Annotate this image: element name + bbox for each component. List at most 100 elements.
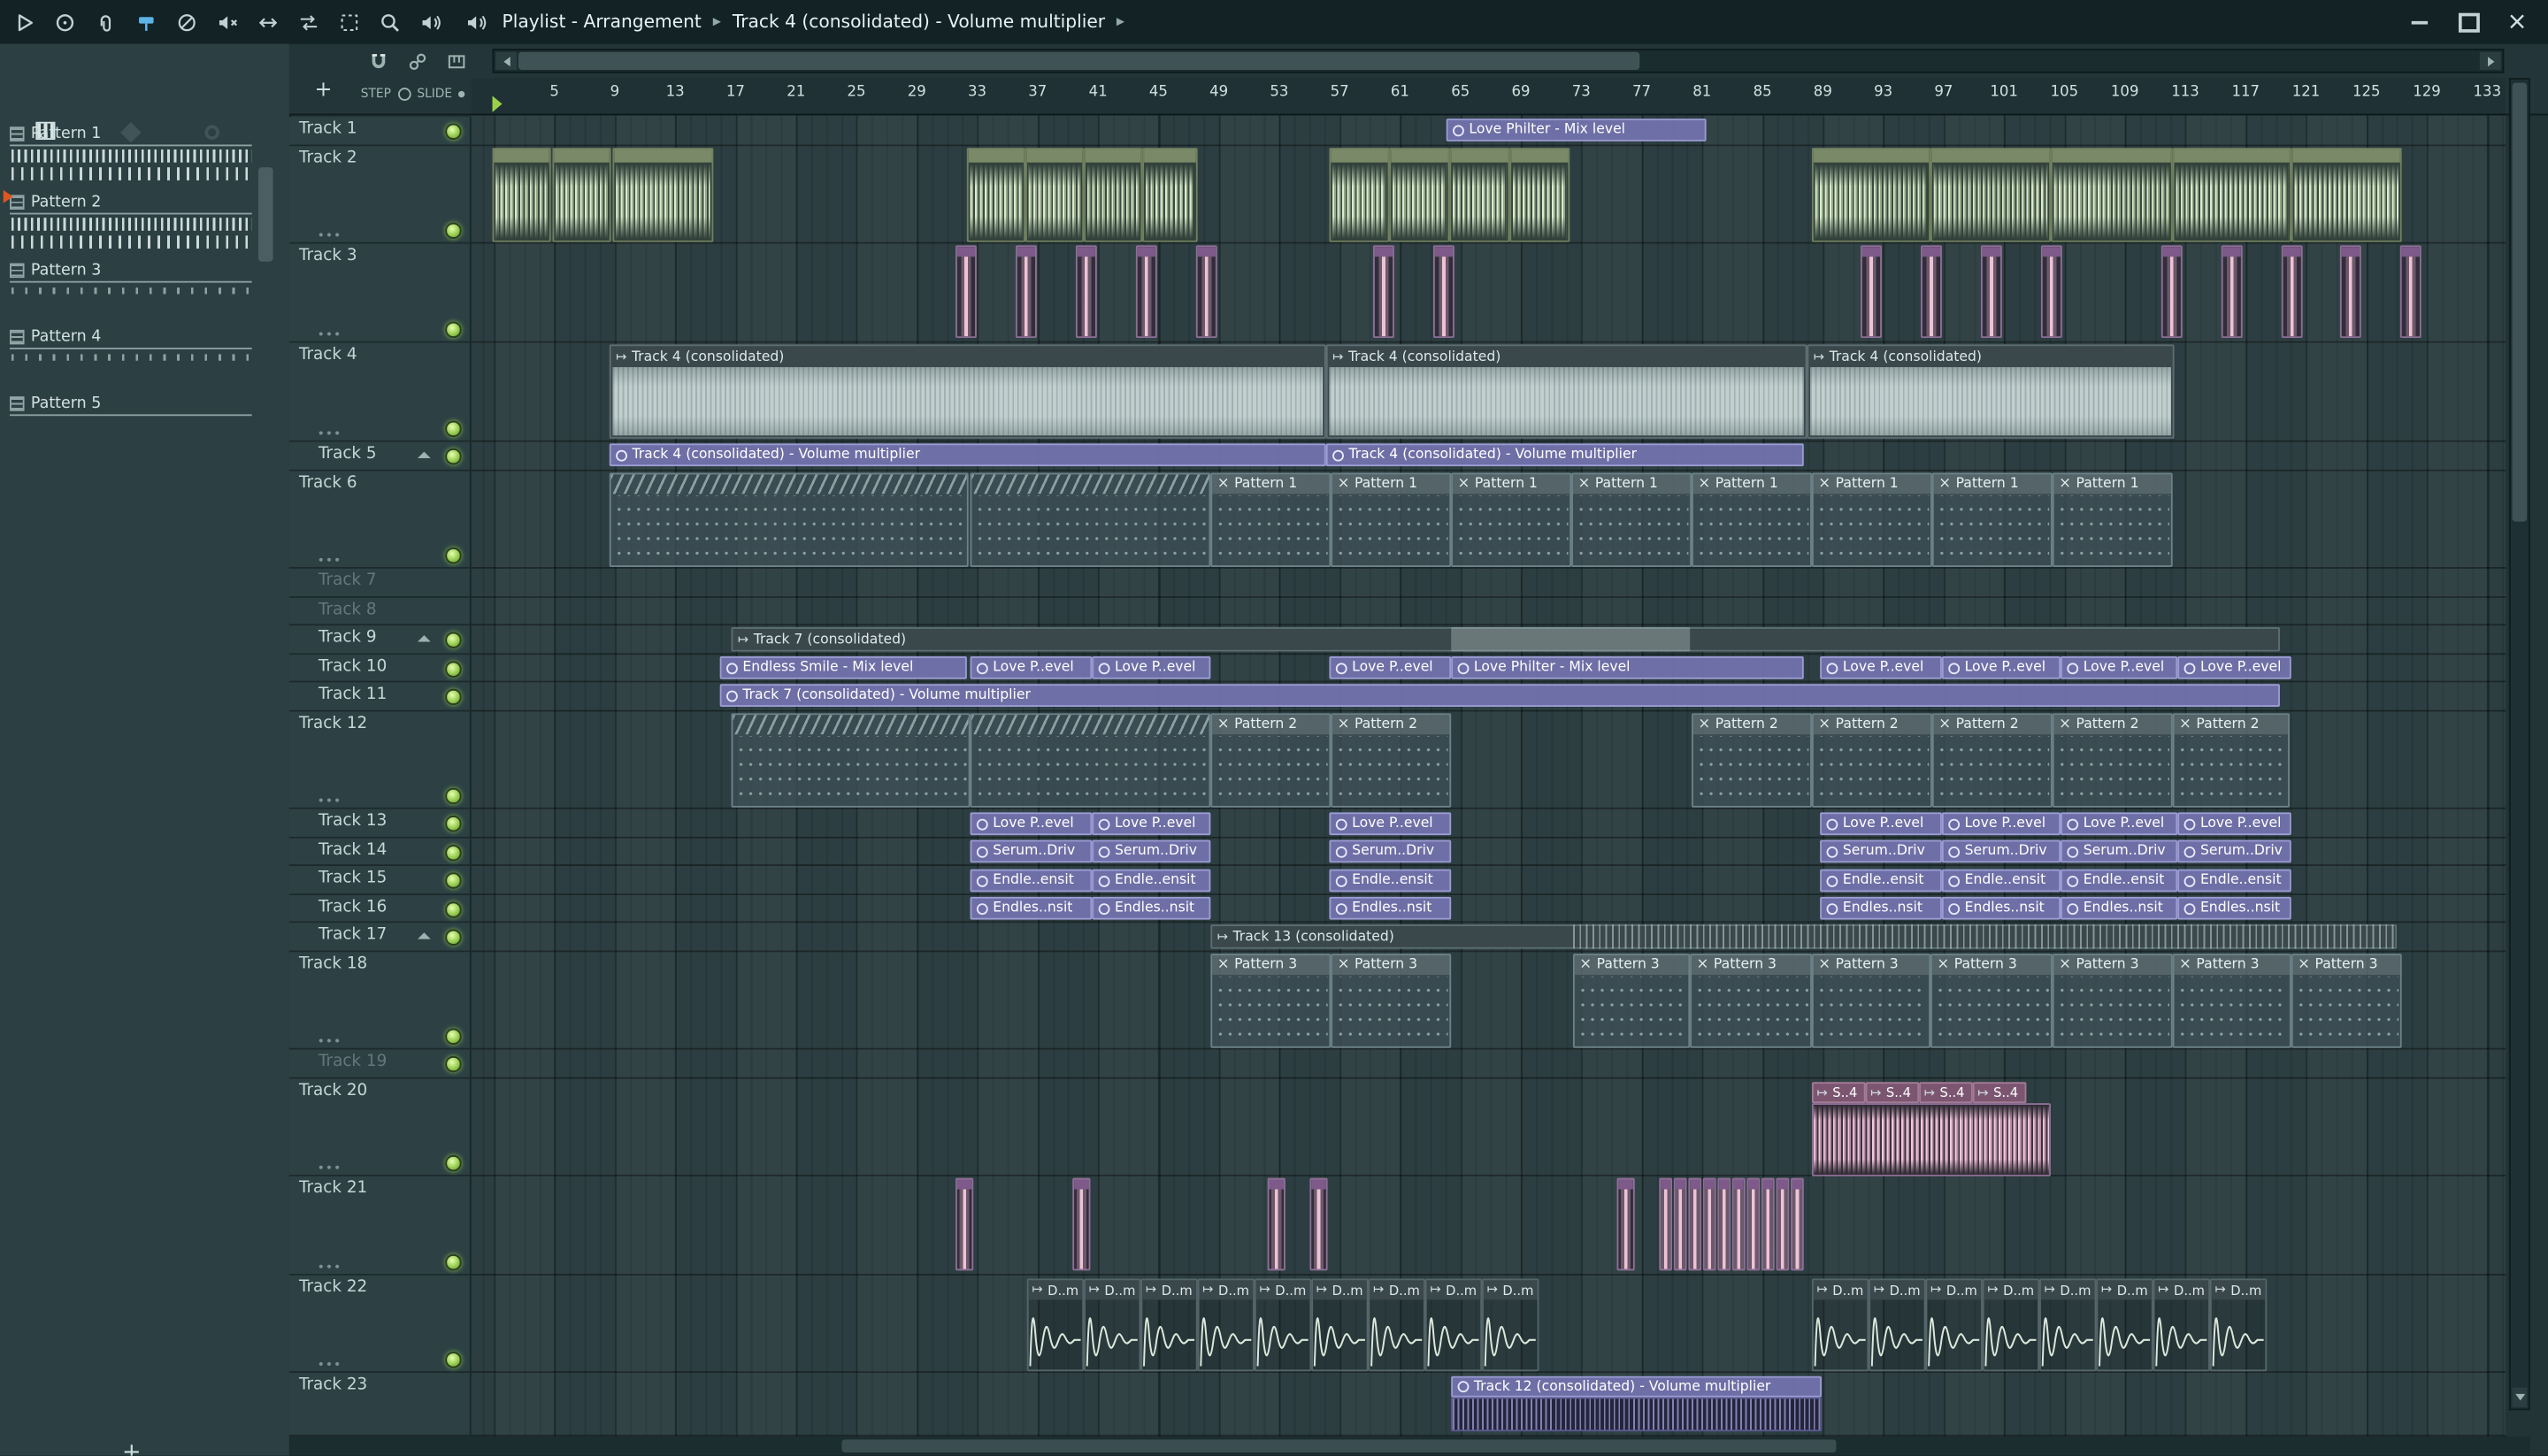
track-resize-grip[interactable] xyxy=(317,1164,343,1170)
clip-audio[interactable] xyxy=(966,148,1025,242)
track-header[interactable]: Track 10 xyxy=(288,655,472,683)
clip-pat[interactable]: × Pattern 3 xyxy=(1331,954,1452,1048)
track-mute-led[interactable] xyxy=(445,1055,462,1073)
track-mute-led[interactable] xyxy=(445,1253,462,1271)
clip-audio[interactable] xyxy=(1811,148,1931,242)
clip-auto[interactable]: Love P..evel xyxy=(1329,656,1452,679)
clip-hit[interactable] xyxy=(1195,245,1217,339)
clip-hit[interactable] xyxy=(1761,1177,1775,1271)
clip-hit[interactable] xyxy=(956,1177,974,1271)
track-header[interactable]: Track 21 xyxy=(288,1176,472,1276)
clip-hit[interactable] xyxy=(1980,245,2002,339)
clip-pat[interactable]: × Pattern 2 xyxy=(1210,713,1332,808)
track-lane[interactable] xyxy=(471,1176,2506,1276)
clip-s4[interactable]: ↦ S..4 xyxy=(1919,1082,1973,1104)
track-lane[interactable] xyxy=(471,569,2506,598)
track-mute-led[interactable] xyxy=(445,420,462,438)
track-resize-grip[interactable] xyxy=(317,797,343,803)
clip-cons[interactable]: ↦ Track 4 (consolidated) xyxy=(1807,344,2175,439)
clip-pat[interactable]: × Pattern 1 xyxy=(1692,472,1812,568)
pattern-item[interactable]: Pattern 5 xyxy=(10,393,101,414)
track-resize-grip[interactable] xyxy=(317,1263,343,1269)
pattern-mute-icon[interactable]: × xyxy=(1938,717,1951,732)
pattern-mute-icon[interactable]: × xyxy=(1458,476,1470,492)
clip-patchev[interactable] xyxy=(970,713,1211,808)
clip-auto[interactable]: Endles..nsit xyxy=(1941,896,2061,920)
pattern-item[interactable]: Pattern 1 xyxy=(10,124,101,145)
clip-audio[interactable] xyxy=(2050,148,2173,242)
clip-auto[interactable]: Love P..evel xyxy=(1941,656,2061,679)
playhead-marker[interactable] xyxy=(492,96,503,112)
clip-auto[interactable]: Love P..evel xyxy=(1329,812,1452,836)
clip-auto[interactable]: Love P..evel xyxy=(1820,656,1942,679)
track-header[interactable]: Track 9 xyxy=(288,625,472,655)
clip-auto[interactable]: Love P..evel xyxy=(970,812,1093,836)
track-mute-led[interactable] xyxy=(445,816,462,832)
breadcrumb-selection[interactable]: Track 4 (consolidated) - Volume multipli… xyxy=(733,11,1105,33)
track-header[interactable]: Track 20 xyxy=(288,1078,472,1176)
swap-icon[interactable] xyxy=(294,9,323,34)
clip-patchev[interactable] xyxy=(731,713,971,808)
clip-sample[interactable]: ↦ D..m xyxy=(1254,1278,1312,1372)
horizontal-scrollbar-bottom[interactable] xyxy=(288,1436,2530,1456)
collapse-arrow-icon[interactable] xyxy=(418,932,431,939)
timeline-ruler[interactable]: 5 9 13 17 21 25 29 33 37 41 45 49 53 57 61 65 69 73 77 81 85… xyxy=(471,78,2506,116)
paint-icon[interactable] xyxy=(132,9,161,34)
clip-pat[interactable]: × Pattern 2 xyxy=(2172,713,2290,808)
clip-auto[interactable]: Endle..ensit xyxy=(1329,869,1452,893)
clip-auto[interactable]: Endle..ensit xyxy=(2177,869,2291,893)
track-mute-led[interactable] xyxy=(445,787,462,805)
track-resize-grip[interactable] xyxy=(317,1361,343,1367)
add-track-button[interactable]: + xyxy=(311,78,336,103)
knob-icon[interactable] xyxy=(204,125,219,140)
clip-audio[interactable] xyxy=(2291,148,2402,242)
clip-hit[interactable] xyxy=(1688,1177,1702,1271)
clip-pat[interactable]: × Pattern 3 xyxy=(1930,954,2053,1048)
track-header[interactable]: Track 12 xyxy=(288,711,472,809)
clip-hit[interactable] xyxy=(1746,1177,1761,1271)
scrollbar-handle[interactable] xyxy=(2512,82,2528,522)
pattern-mute-icon[interactable]: × xyxy=(1698,476,1710,492)
clip-hit[interactable] xyxy=(2221,245,2243,339)
clip-auto[interactable]: Love Philter - Mix level xyxy=(1451,656,1804,679)
clip-hit[interactable] xyxy=(1015,245,1037,339)
clip-pat[interactable]: × Pattern 3 xyxy=(1572,954,1691,1048)
clip-pat[interactable]: × Pattern 1 xyxy=(2052,472,2173,568)
clip-audio[interactable] xyxy=(1084,148,1143,242)
clip-pat[interactable]: × Pattern 1 xyxy=(1931,472,2053,568)
track-mute-led[interactable] xyxy=(445,448,462,465)
pattern-mute-icon[interactable]: × xyxy=(1579,957,1592,973)
clip-auto[interactable]: Love P..evel xyxy=(1820,812,1942,836)
clip-hit[interactable] xyxy=(1433,245,1454,339)
clip-auto[interactable]: Endles..nsit xyxy=(1329,896,1452,920)
clip-auto[interactable]: Love P..evel xyxy=(1092,812,1211,836)
track-mute-led[interactable] xyxy=(445,688,462,706)
clip-auto[interactable]: Endles..nsit xyxy=(2060,896,2178,920)
clip-sample[interactable]: ↦ D..m xyxy=(1982,1278,2040,1372)
maximize-button[interactable] xyxy=(2457,11,2480,34)
zoom-icon[interactable] xyxy=(375,9,404,34)
clip-auto[interactable]: Track 4 (consolidated) - Volume multipli… xyxy=(609,443,1326,467)
magnet-icon[interactable] xyxy=(364,49,393,74)
pattern-mute-icon[interactable]: × xyxy=(1818,476,1830,492)
clip-auto[interactable]: Endles..nsit xyxy=(1092,896,1211,920)
clip-auto[interactable]: Love P..evel xyxy=(1092,656,1211,679)
clip-hit[interactable] xyxy=(2281,245,2303,339)
clip-hit[interactable] xyxy=(956,245,977,339)
collapse-arrow-icon[interactable] xyxy=(418,451,431,458)
clip-auto[interactable]: Endles..nsit xyxy=(1820,896,1942,920)
track-header[interactable]: Track 22 xyxy=(288,1275,472,1374)
speaker-icon[interactable] xyxy=(416,9,445,34)
clip-hit[interactable] xyxy=(1731,1177,1746,1271)
track-header[interactable]: Track 18 xyxy=(288,952,472,1050)
clip-pat[interactable]: × Pattern 1 xyxy=(1331,472,1452,568)
pattern-mute-icon[interactable]: × xyxy=(1217,957,1230,973)
clip-hit[interactable] xyxy=(1717,1177,1731,1271)
jog-icon[interactable] xyxy=(50,9,80,34)
clip-auto[interactable]: Endless Smile - Mix level xyxy=(719,656,967,679)
clip-pat[interactable]: × Pattern 2 xyxy=(1692,713,1812,808)
clip-hit[interactable] xyxy=(1135,245,1157,339)
clip-pat[interactable]: × Pattern 2 xyxy=(1811,713,1932,808)
clip-pinkwave[interactable] xyxy=(1811,1103,2051,1176)
clip-sample[interactable]: ↦ D..m xyxy=(2039,1278,2097,1372)
